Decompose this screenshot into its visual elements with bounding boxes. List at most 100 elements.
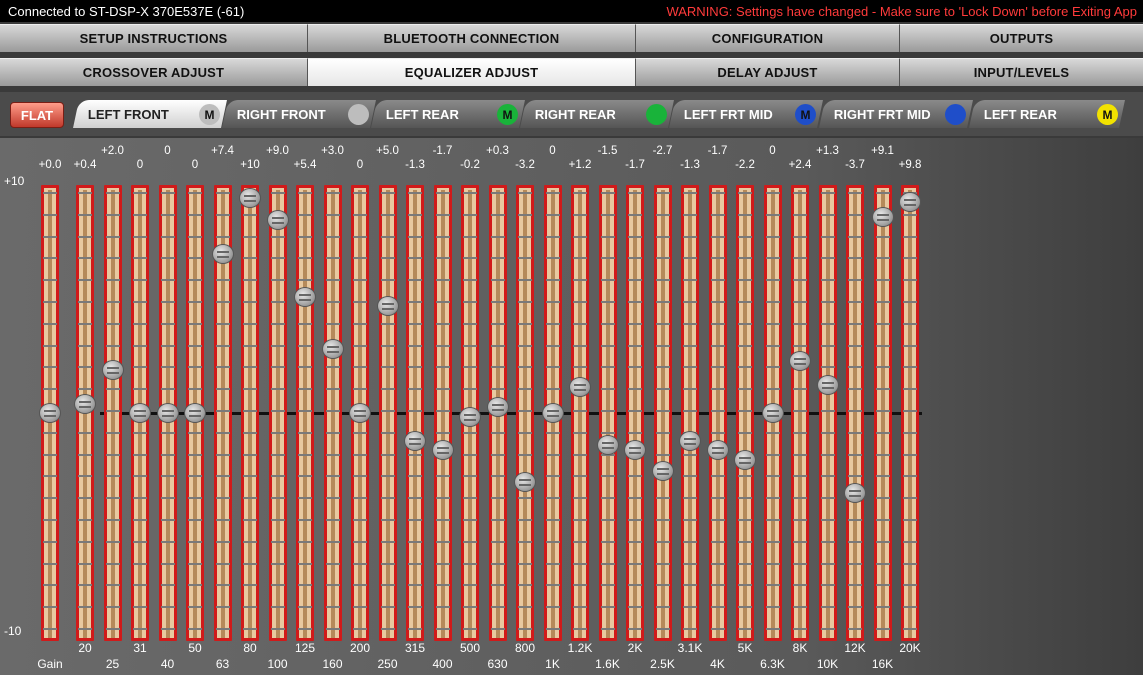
slider-tick: [875, 497, 890, 500]
slider-tick: [875, 192, 890, 194]
channel-marker-icon[interactable]: [945, 104, 966, 125]
channel-tab-right-frt-mid-5[interactable]: RIGHT FRT MID: [819, 100, 973, 128]
band-slider-21-track[interactable]: [653, 185, 672, 641]
band-slider-13-track[interactable]: [433, 185, 452, 641]
channel-marker-icon[interactable]: M: [199, 104, 220, 125]
channel-marker-icon[interactable]: [348, 104, 369, 125]
band-slider-29-knob[interactable]: [871, 207, 894, 228]
tab-bluetooth-connection[interactable]: BLUETOOTH CONNECTION: [308, 24, 636, 52]
band-slider-23-track[interactable]: [708, 185, 727, 641]
band-slider-16-knob[interactable]: [514, 471, 536, 492]
slider-tick: [490, 431, 505, 434]
slider-tick: [710, 431, 725, 434]
slider-tick: [78, 388, 92, 391]
band-slider-7-knob[interactable]: [266, 209, 289, 230]
slider-tick: [270, 562, 285, 565]
band-slider-22-track[interactable]: [681, 185, 699, 641]
slider-tick: [435, 497, 450, 500]
band-slider-2-knob[interactable]: [129, 403, 151, 423]
band-slider-27-track[interactable]: [818, 185, 837, 641]
gain-slider-knob[interactable]: [39, 403, 61, 423]
band-slider-24-value: -2.2: [735, 159, 755, 171]
band-slider-28-knob[interactable]: [844, 482, 866, 503]
slider-tick: [215, 584, 230, 587]
band-slider-28-track[interactable]: [846, 185, 864, 641]
slider-tick: [875, 257, 890, 260]
band-slider-3-knob[interactable]: [156, 403, 179, 423]
channel-marker-icon[interactable]: M: [795, 104, 816, 125]
band-slider-9-knob[interactable]: [321, 338, 344, 359]
band-slider-8-track[interactable]: [296, 185, 314, 641]
slider-tick: [875, 540, 890, 543]
band-slider-1-track[interactable]: [103, 185, 122, 641]
band-slider-8-knob[interactable]: [294, 286, 316, 307]
channel-tab-left-front-0[interactable]: LEFT FRONT M: [73, 100, 227, 128]
slider-tick: [160, 344, 175, 347]
tab-delay-adjust[interactable]: DELAY ADJUST: [636, 58, 900, 86]
channel-tab-left-frt-mid-4[interactable]: LEFT FRT MID M: [669, 100, 823, 128]
band-slider-23-knob[interactable]: [706, 439, 729, 460]
slider-tick: [298, 213, 312, 216]
channel-tab-left-rear-6[interactable]: LEFT REAR M: [969, 100, 1125, 128]
band-slider-25-knob[interactable]: [761, 403, 784, 423]
band-slider-19-track[interactable]: [598, 185, 617, 641]
band-slider-11-track[interactable]: [378, 185, 397, 641]
band-slider-17-knob[interactable]: [541, 403, 564, 423]
band-slider-19-knob[interactable]: [596, 435, 619, 456]
slider-tick: [160, 388, 175, 391]
slider-tick: [600, 213, 615, 216]
band-slider-12-track[interactable]: [406, 185, 424, 641]
slider-tick: [105, 301, 120, 303]
slider-tick: [215, 366, 230, 369]
band-slider-10-knob[interactable]: [349, 403, 371, 423]
slider-tick: [435, 279, 450, 282]
slider-tick: [380, 410, 395, 412]
band-slider-7-track[interactable]: [268, 185, 287, 641]
tab-equalizer-adjust[interactable]: EQUALIZER ADJUST: [308, 58, 636, 86]
band-slider-1-knob[interactable]: [101, 360, 124, 380]
band-slider-12-knob[interactable]: [404, 430, 426, 451]
band-slider-4-knob[interactable]: [184, 403, 206, 423]
band-slider-13-knob[interactable]: [431, 439, 454, 460]
band-slider-29-track[interactable]: [873, 185, 892, 641]
band-slider-18-track[interactable]: [571, 185, 589, 641]
channel-tab-right-front-1[interactable]: RIGHT FRONT: [222, 100, 376, 128]
channel-marker-icon[interactable]: M: [497, 104, 518, 125]
band-slider-6-knob[interactable]: [239, 188, 261, 208]
band-slider-5-knob[interactable]: [211, 243, 234, 264]
band-slider-9-track[interactable]: [323, 185, 342, 641]
band-frequency-label: 6.3K: [760, 657, 785, 671]
channel-marker-icon[interactable]: [646, 104, 667, 125]
channel-tab-left-rear-2[interactable]: LEFT REAR M: [371, 100, 525, 128]
band-slider-15-knob[interactable]: [486, 396, 509, 417]
slider-tick: [738, 519, 752, 521]
channel-tab-right-rear-3[interactable]: RIGHT REAR: [520, 100, 674, 128]
slider-tick: [573, 562, 587, 565]
band-slider-30-track[interactable]: [901, 185, 919, 641]
band-slider-26-track[interactable]: [791, 185, 809, 641]
band-slider-20-track[interactable]: [626, 185, 644, 641]
band-slider-11-knob[interactable]: [376, 295, 399, 316]
slider-tick: [78, 322, 92, 325]
band-slider-20-knob[interactable]: [624, 439, 646, 460]
slider-tick: [628, 344, 642, 347]
slider-tick: [435, 410, 450, 412]
band-slider-21-knob[interactable]: [651, 461, 674, 482]
tab-crossover-adjust[interactable]: CROSSOVER ADJUST: [0, 58, 308, 86]
channel-marker-icon[interactable]: M: [1097, 104, 1118, 125]
band-slider-22-knob[interactable]: [679, 430, 701, 451]
band-slider-27-knob[interactable]: [816, 375, 839, 396]
slider-tick: [243, 562, 257, 565]
tab-configuration[interactable]: CONFIGURATION: [636, 24, 900, 52]
slider-tick: [215, 301, 230, 303]
band-slider-16-track[interactable]: [516, 185, 534, 641]
band-slider-24-track[interactable]: [736, 185, 754, 641]
slider-tick: [820, 235, 835, 238]
tab-setup-instructions[interactable]: SETUP INSTRUCTIONS: [0, 24, 308, 52]
slider-tick: [133, 431, 147, 434]
slider-tick: [545, 475, 560, 478]
flat-button[interactable]: FLAT: [10, 102, 64, 128]
band-slider-6-track[interactable]: [241, 185, 259, 641]
tab-outputs[interactable]: OUTPUTS: [900, 24, 1143, 52]
tab-input-levels[interactable]: INPUT/LEVELS: [900, 58, 1143, 86]
